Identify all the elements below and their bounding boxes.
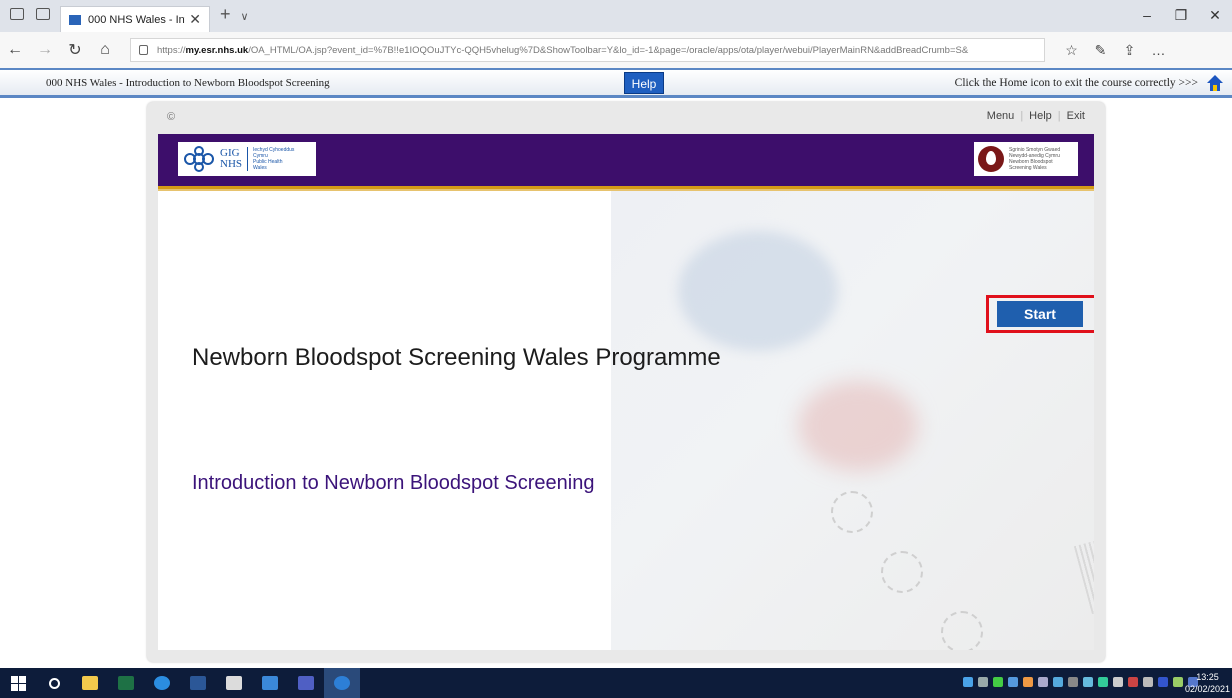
teams-icon[interactable] [288,668,324,698]
phw-text: Iechyd Cyhoeddus Cymru Public Health Wal… [253,147,294,171]
celtic-knot-icon [184,146,214,172]
address-toolbar: ← → ↻ ⌂ https://my.esr.nhs.uk/OA_HTML/OA… [0,32,1232,68]
phw-line: Wales [253,165,267,171]
divider [247,147,249,171]
url-path: /OA_HTML/OA.jsp?event_id=%7B!!e1IOQOuJTY… [248,44,969,56]
sample-circle [941,611,983,650]
clock[interactable]: 13:25 02/02/2021 [1185,671,1230,695]
browser-titlebar: 000 NHS Wales - Introd ✕ + ∨ – ❐ ✕ [0,0,1232,32]
clock-time: 13:25 [1196,672,1219,682]
tray-icon[interactable] [1098,677,1108,687]
tray-icon[interactable] [978,677,988,687]
browser-tab[interactable]: 000 NHS Wales - Introd ✕ [60,6,210,32]
page-subtitle: Introduction to Newborn Bloodspot Screen… [192,472,595,494]
minimize-icon[interactable]: – [1130,0,1164,32]
forward-icon[interactable]: → [30,41,60,59]
course-player: © Menu | Help | Exit GIG NHS Iechyd Cyho… [147,102,1105,662]
tray-icon[interactable] [993,677,1003,687]
onedrive-icon[interactable] [963,677,973,687]
sample-circle [831,491,873,533]
divider: | [1057,110,1061,122]
outlook-icon[interactable] [252,668,288,698]
page-title: Newborn Bloodspot Screening Wales Progra… [192,344,721,371]
player-help-link[interactable]: Help [1029,110,1052,122]
refresh-icon[interactable]: ↻ [60,40,90,60]
window-controls: – ❐ ✕ [1130,0,1232,32]
more-icon[interactable]: … [1144,42,1173,59]
tab-list-icon[interactable]: ∨ [241,10,249,23]
menu-link[interactable]: Menu [987,110,1015,122]
back-icon[interactable]: ← [0,41,30,59]
url-prefix: https:// [157,44,186,56]
copyright-icon: © [167,111,176,123]
player-menu: Menu | Help | Exit [987,110,1085,122]
tray-icon[interactable] [1053,677,1063,687]
file-explorer-icon[interactable] [72,668,108,698]
network-icon[interactable] [1113,677,1123,687]
bloodspot-screening-logo: Sgrinio Smotyn Gwaed Newydd-anedig Cymru… [974,142,1078,176]
nhs-text: NHS [220,158,243,170]
tray-icon[interactable] [1128,677,1138,687]
clock-date: 02/02/2021 [1184,684,1230,694]
word-icon[interactable] [180,668,216,698]
share-icon[interactable]: ⇪ [1115,42,1144,59]
url-host: my.esr.nhs.uk [185,44,249,56]
tray-icon[interactable] [1023,677,1033,687]
tray-icon[interactable] [1083,677,1093,687]
notepad-icon[interactable] [216,668,252,698]
tab-actions-icon[interactable] [36,8,50,20]
system-tray [963,677,1198,687]
start-menu-icon[interactable] [0,668,36,698]
course-toolbar: 000 NHS Wales - Introduction to Newborn … [0,68,1232,98]
barcode-image [1073,517,1094,615]
home-icon[interactable] [1206,74,1224,92]
close-window-icon[interactable]: ✕ [1198,0,1232,32]
volume-icon[interactable] [1143,677,1153,687]
maximize-icon[interactable]: ❐ [1164,0,1198,32]
blood-image [798,381,918,471]
tray-icon[interactable] [1068,677,1078,687]
logo-line: Screening Wales [1009,165,1047,171]
screening-logo-text: Sgrinio Smotyn Gwaed Newydd-anedig Cymru… [1009,147,1060,171]
browser-actions: ☆ ✎ ⇪ … [1057,42,1173,59]
favorites-icon[interactable]: ☆ [1057,42,1086,59]
nhs-wales-logo: GIG NHS Iechyd Cyhoeddus Cymru Public He… [178,142,316,176]
tray-icon[interactable] [1038,677,1048,687]
edge-icon[interactable] [324,668,360,698]
new-tab-icon[interactable]: + [220,4,231,25]
tray-icon[interactable] [1173,677,1183,687]
lock-icon [139,45,148,55]
divider: | [1020,110,1024,122]
drop-icon [978,146,1004,172]
excel-icon[interactable] [108,668,144,698]
gig-nhs-mark: GIG NHS [220,148,242,170]
exit-link[interactable]: Exit [1067,110,1085,122]
home-browser-icon[interactable]: ⌂ [90,41,120,59]
window-menu-icon[interactable] [10,8,24,20]
help-button[interactable]: Help [624,72,664,94]
windows-taskbar: 13:25 02/02/2021 [0,668,1232,698]
header-banner: GIG NHS Iechyd Cyhoeddus Cymru Public He… [158,134,1094,186]
search-icon[interactable] [36,668,72,698]
glove-image [678,231,838,351]
slide-stage: Start [158,191,1094,650]
close-tab-icon[interactable]: ✕ [189,11,201,28]
internet-explorer-icon[interactable] [144,668,180,698]
favicon-icon [69,14,81,25]
course-title: 000 NHS Wales - Introduction to Newborn … [46,76,330,89]
pen-icon[interactable]: ✎ [1086,42,1115,59]
tray-icon[interactable] [1008,677,1018,687]
start-button[interactable]: Start [997,301,1083,327]
tab-title: 000 NHS Wales - Introd [88,13,185,26]
url-field[interactable]: https://my.esr.nhs.uk/OA_HTML/OA.jsp?eve… [130,38,1045,62]
exit-instruction: Click the Home icon to exit the course c… [954,76,1198,89]
sample-circle [881,551,923,593]
tray-icon[interactable] [1158,677,1168,687]
